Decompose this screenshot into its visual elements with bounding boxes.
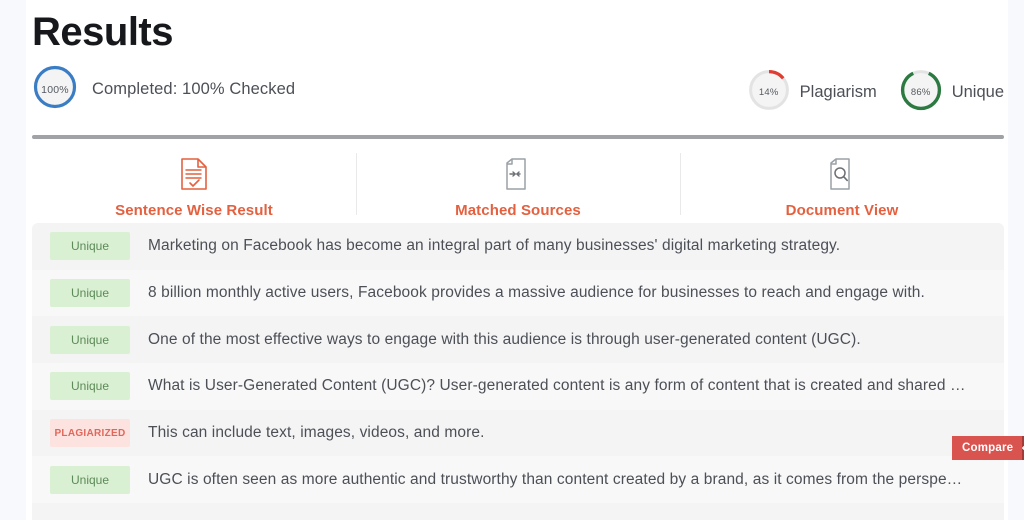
tab-matched-sources[interactable]: Matched Sources — [356, 145, 680, 223]
sentence-text: What is User-Generated Content (UGC)? Us… — [148, 377, 966, 395]
tab-document-view[interactable]: Document View — [680, 145, 1004, 223]
completed-status: 100% Completed: 100% Checked — [32, 64, 295, 115]
sentence-text: Marketing on Facebook has become an inte… — [148, 237, 841, 255]
table-row[interactable]: Unique UGC is often seen as more authent… — [32, 456, 1004, 504]
tab-sentence-wise-result[interactable]: Sentence Wise Result — [32, 145, 356, 223]
unique-donut-icon: 86% — [899, 68, 943, 117]
table-row[interactable]: Unique What is User-Generated Content (U… — [32, 363, 1004, 410]
sentence-text: One of the most effective ways to engage… — [148, 330, 861, 348]
sentence-text: 8 billion monthly active users, Facebook… — [148, 284, 925, 302]
status-badge: Unique — [50, 325, 130, 354]
status-badge: PLAGIARIZED — [50, 419, 130, 448]
plagiarism-donut-value: 14% — [758, 87, 779, 98]
results-header: Results 100% Completed: 100% Checked 14%… — [32, 8, 1004, 111]
page-title: Results — [32, 10, 174, 54]
status-badge: Unique — [50, 372, 130, 401]
document-search-icon — [827, 155, 857, 193]
table-row[interactable]: PLAGIARIZED This can include text, image… — [32, 410, 1004, 457]
document-check-icon — [179, 155, 209, 193]
completed-donut-value: 100% — [41, 83, 69, 96]
results-tabs: Sentence Wise Result Matched Sources Doc… — [32, 145, 1004, 223]
status-badge: Unique — [50, 232, 130, 261]
tab-label-sentence-wise-result: Sentence Wise Result — [115, 202, 273, 219]
compare-button-label: Compare — [952, 436, 1023, 460]
score-plagiarism: 14% Plagiarism — [747, 68, 899, 117]
compare-button[interactable]: Compare — [952, 436, 1024, 460]
score-unique: 86% Unique — [899, 68, 1004, 117]
header-divider — [32, 135, 1004, 139]
results-list: Unique Marketing on Facebook has become … — [32, 223, 1004, 520]
results-page: Results 100% Completed: 100% Checked 14%… — [0, 0, 1024, 520]
status-badge: Unique — [50, 465, 130, 494]
plagiarism-donut-icon: 14% — [747, 68, 791, 117]
status-badge: Unique — [50, 279, 130, 308]
score-summary: 14% Plagiarism 86% Unique — [747, 68, 1004, 117]
page-gutter-left — [0, 0, 26, 520]
tab-label-document-view: Document View — [785, 202, 899, 219]
plagiarism-label: Plagiarism — [799, 83, 877, 101]
summary-row: 100% Completed: 100% Checked 14% Plagiar… — [32, 64, 1004, 126]
unique-label: Unique — [951, 83, 1004, 101]
sentence-text: UGC is often seen as more authentic and … — [148, 470, 963, 488]
completed-label: Completed: 100% Checked — [92, 80, 296, 98]
tab-label-matched-sources: Matched Sources — [455, 202, 581, 219]
sentence-text: This can include text, images, videos, a… — [148, 424, 485, 442]
document-compare-icon — [503, 155, 533, 193]
completed-progress-donut: 100% — [32, 64, 78, 115]
table-row[interactable]: Unique One of the most effective ways to… — [32, 316, 1004, 363]
unique-donut-value: 86% — [910, 87, 931, 98]
table-row[interactable]: Unique Marketing on Facebook has become … — [32, 223, 1004, 270]
table-row[interactable]: Unique 8 billion monthly active users, F… — [32, 269, 1004, 317]
